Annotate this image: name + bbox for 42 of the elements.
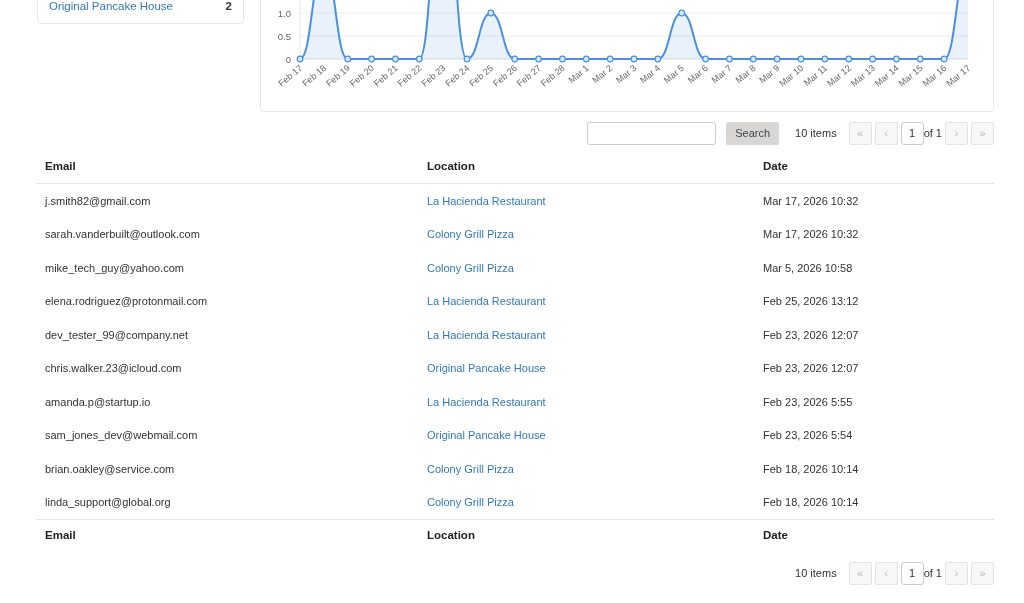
column-header: Email <box>44 528 77 544</box>
page-total: of 1 <box>923 126 942 142</box>
email-cell-text: brian.oakley@service.com <box>44 461 176 477</box>
date-cell-text: Mar 17, 2026 10:32 <box>763 227 860 242</box>
x-tick-label: Mar 2 <box>590 62 615 86</box>
date-cell-text: Feb 18, 2026 10:14 <box>763 495 860 510</box>
column-header: Location <box>427 158 476 174</box>
email-cell-text: amanda.p@startup.io <box>44 394 152 410</box>
x-tick-label: Mar 5 <box>661 62 686 86</box>
email-cell-text: sam_jones_dev@webmail.com <box>44 428 199 443</box>
item-count: 10 items <box>795 126 837 142</box>
email-cell-text: chris.walker.23@icloud.com <box>44 361 183 376</box>
column-header: Date <box>763 158 789 174</box>
email-cell-text: linda_support@global.org <box>44 495 172 510</box>
date-cell-text: Mar 17, 2026 10:32 <box>763 193 860 209</box>
date-cell-text: Mar 5, 2026 10:58 <box>763 260 854 276</box>
item-count: 10 items <box>795 566 837 582</box>
date-cell-text: Feb 23, 2026 12:07 <box>763 327 860 343</box>
email-cell-text: mike_tech_guy@yahoo.com <box>44 260 185 276</box>
column-header: Location <box>427 528 476 544</box>
email-cell-text: sarah.vanderbuilt@outlook.com <box>44 227 201 242</box>
date-cell-text: Feb 18, 2026 10:14 <box>763 461 860 477</box>
y-tick-label: 1.0 <box>277 7 291 19</box>
date-cell-text: Feb 23, 2026 5:55 <box>763 394 854 410</box>
x-tick-label: Mar 1 <box>566 62 591 86</box>
location-count: 2 <box>225 0 232 14</box>
date-cell-text: Feb 25, 2026 13:12 <box>763 294 860 309</box>
email-cell-text: dev_tester_99@company.net <box>44 327 190 343</box>
y-tick-label: 0.5 <box>277 30 291 42</box>
y-tick-label: 0 <box>285 53 291 65</box>
email-cell-text: j.smith82@gmail.com <box>43 193 152 209</box>
date-cell-text: Feb 23, 2026 12:07 <box>763 361 860 376</box>
page-total: of 1 <box>923 566 942 582</box>
column-header: Date <box>763 528 789 544</box>
x-tick-label: Mar 4 <box>638 62 663 86</box>
x-tick-label: Mar 6 <box>685 62 710 86</box>
date-cell-text: Feb 23, 2026 5:54 <box>763 428 854 443</box>
x-tick-label: Mar 7 <box>709 62 734 86</box>
x-tick-label: Mar 3 <box>614 62 639 86</box>
email-cell-text: elena.rodriguez@protonmail.com <box>44 294 209 309</box>
column-header: Email <box>44 158 77 174</box>
x-tick-label: Mar 8 <box>733 62 758 86</box>
